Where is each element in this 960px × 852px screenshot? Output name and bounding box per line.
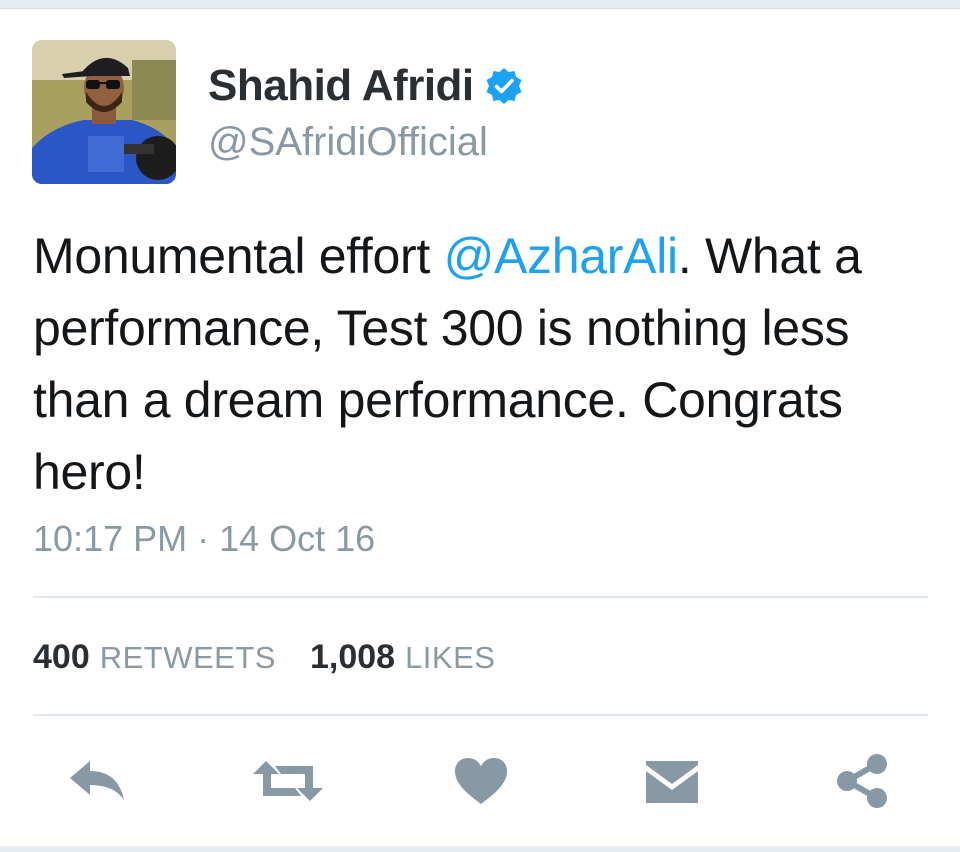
author-name-row: Shahid Afridi	[208, 58, 524, 114]
tweet-text: Monumental effort @AzharAli. What a perf…	[33, 220, 933, 508]
retweet-icon	[253, 761, 323, 801]
avatar[interactable]	[32, 40, 176, 184]
like-button[interactable]	[450, 746, 512, 816]
likes-count[interactable]: 1,008	[310, 638, 395, 677]
top-border	[0, 0, 960, 9]
likes-label[interactable]: LIKES	[405, 640, 495, 676]
tweet-timestamp: 10:17 PM · 14 Oct 16	[33, 518, 376, 559]
tweet-stats: 400 RETWEETS 1,008 LIKES	[33, 638, 495, 677]
verified-badge-icon	[484, 66, 524, 106]
tweet-text-before: Monumental effort	[33, 228, 444, 284]
reply-icon	[70, 761, 124, 800]
envelope-icon	[646, 761, 698, 803]
retweet-button[interactable]	[250, 746, 326, 816]
bottom-border	[0, 846, 960, 852]
author-display-name[interactable]: Shahid Afridi	[208, 61, 474, 111]
divider	[33, 714, 928, 716]
mention-link[interactable]: @AzharAli	[444, 228, 679, 284]
share-button[interactable]	[830, 746, 894, 816]
tweet-actions-bar	[0, 746, 960, 816]
heart-icon	[455, 758, 507, 804]
divider	[33, 596, 928, 598]
retweets-label[interactable]: RETWEETS	[100, 640, 276, 676]
share-icon	[837, 754, 887, 808]
direct-message-button[interactable]	[640, 746, 704, 816]
author-handle[interactable]: @SAfridiOfficial	[208, 120, 488, 165]
retweets-count[interactable]: 400	[33, 638, 90, 677]
reply-button[interactable]	[62, 746, 132, 816]
